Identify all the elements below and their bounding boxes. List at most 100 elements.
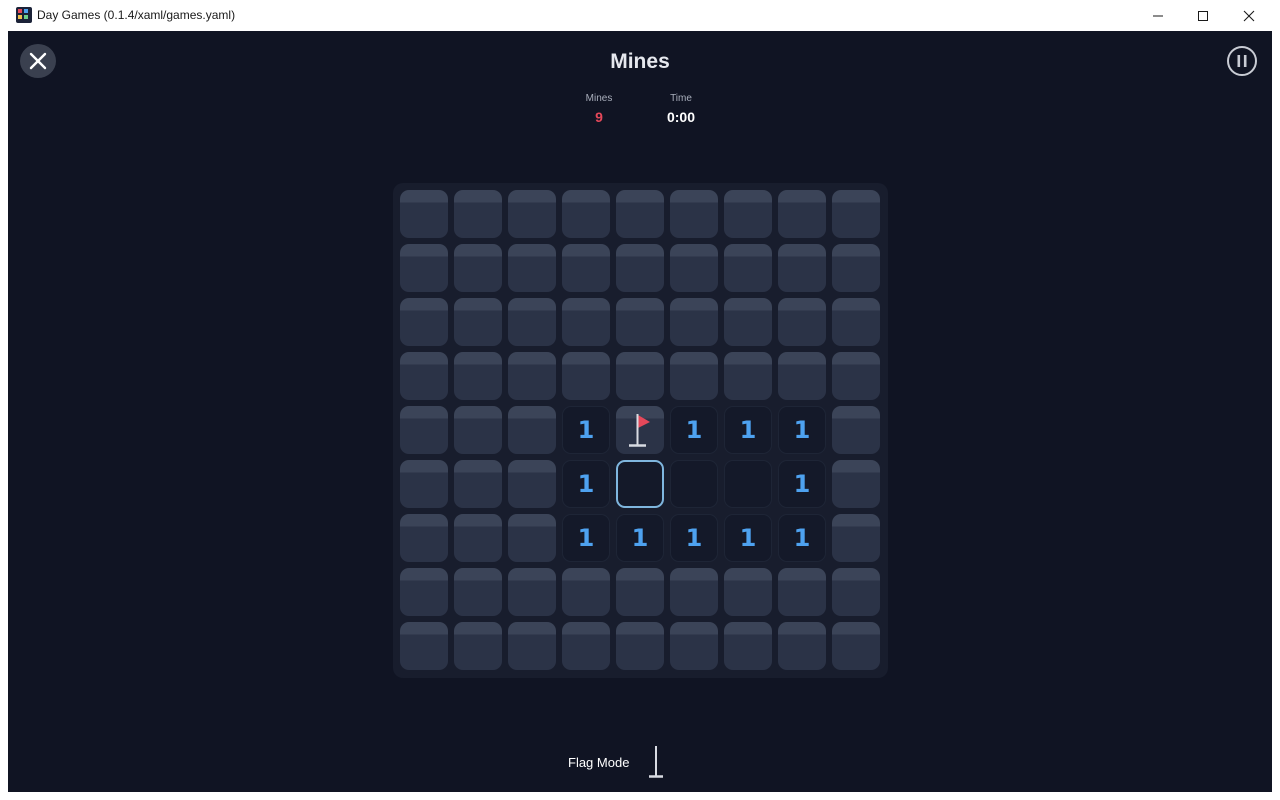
hidden-cell[interactable] [508,514,556,562]
hidden-cell[interactable] [832,298,880,346]
hidden-cell[interactable] [454,298,502,346]
game-area: Mines Mines 9 Time 0:00 1 1 1 1 1 1 1 1 1 1 1 Flag… [8,31,1272,792]
hidden-cell[interactable] [400,406,448,454]
hidden-cell[interactable] [454,352,502,400]
hidden-cell[interactable] [832,244,880,292]
revealed-number-cell[interactable]: 1 [778,406,826,454]
revealed-number-cell[interactable]: 1 [616,514,664,562]
hidden-cell[interactable] [508,568,556,616]
mines-counter: Mines 9 [569,93,629,127]
hidden-cell[interactable] [670,190,718,238]
revealed-number-cell[interactable]: 1 [562,514,610,562]
revealed-number-cell[interactable]: 1 [778,514,826,562]
hidden-cell[interactable] [400,514,448,562]
hidden-cell[interactable] [508,352,556,400]
hidden-cell[interactable] [400,568,448,616]
hidden-cell[interactable] [454,568,502,616]
revealed-empty-cell[interactable] [670,460,718,508]
flag-mode-toggle[interactable]: Flag Mode [568,745,665,779]
hidden-cell[interactable] [670,568,718,616]
hidden-cell[interactable] [724,568,772,616]
revealed-number-cell[interactable]: 1 [778,460,826,508]
hidden-cell[interactable] [832,460,880,508]
hidden-cell[interactable] [454,460,502,508]
hidden-cell[interactable] [400,622,448,670]
hidden-cell[interactable] [670,298,718,346]
hidden-cell[interactable] [454,514,502,562]
hidden-cell[interactable] [832,514,880,562]
time-value: 0:00 [666,109,696,125]
flag-mode-label: Flag Mode [568,754,630,770]
hidden-cell[interactable] [454,622,502,670]
hidden-cell[interactable] [562,352,610,400]
hidden-cell[interactable] [454,406,502,454]
hidden-cell[interactable] [508,622,556,670]
pause-icon [1237,55,1247,67]
hidden-cell[interactable] [670,622,718,670]
hidden-cell[interactable] [508,298,556,346]
hidden-cell[interactable] [616,244,664,292]
hidden-cell[interactable] [508,406,556,454]
hidden-cell[interactable] [508,460,556,508]
hidden-cell[interactable] [562,568,610,616]
revealed-number-cell[interactable]: 1 [724,406,772,454]
hidden-cell[interactable] [616,352,664,400]
revealed-number-cell[interactable]: 1 [562,406,610,454]
revealed-number-cell[interactable]: 1 [562,460,610,508]
hidden-cell[interactable] [400,190,448,238]
hidden-cell[interactable] [724,190,772,238]
hidden-cell[interactable] [562,244,610,292]
hidden-cell[interactable] [778,298,826,346]
page-title: Mines [610,50,670,73]
window-bottom-edge [0,792,1280,800]
hidden-cell[interactable] [778,190,826,238]
hidden-cell[interactable] [562,190,610,238]
hidden-cell[interactable] [616,568,664,616]
hidden-cell[interactable] [670,352,718,400]
cell-number: 1 [577,524,595,552]
revealed-number-cell[interactable]: 1 [670,514,718,562]
hidden-cell[interactable] [616,298,664,346]
hidden-cell[interactable] [454,244,502,292]
hidden-cell[interactable] [562,298,610,346]
hidden-cell[interactable] [724,244,772,292]
hidden-cell[interactable] [832,568,880,616]
hidden-cell[interactable] [832,190,880,238]
hidden-cell[interactable] [832,406,880,454]
hidden-cell[interactable] [400,460,448,508]
hidden-cell[interactable] [724,352,772,400]
hidden-cell[interactable] [616,190,664,238]
hidden-cell[interactable] [778,568,826,616]
revealed-empty-cell[interactable] [724,460,772,508]
hidden-cell[interactable] [400,298,448,346]
hidden-cell[interactable] [832,352,880,400]
hidden-cell[interactable] [508,244,556,292]
hidden-cell[interactable] [400,352,448,400]
hidden-cell[interactable] [778,244,826,292]
cell-number: 1 [739,416,757,444]
maximize-button[interactable] [1180,0,1226,31]
hidden-cell[interactable] [616,622,664,670]
selected-cell[interactable] [616,460,664,508]
minimize-button[interactable] [1135,0,1181,31]
cell-number: 1 [577,416,595,444]
cell-number: 1 [793,524,811,552]
hidden-cell[interactable] [832,622,880,670]
hidden-cell[interactable] [454,190,502,238]
hidden-cell[interactable] [400,244,448,292]
revealed-number-cell[interactable]: 1 [670,406,718,454]
time-label: Time [670,93,692,104]
revealed-number-cell[interactable]: 1 [724,514,772,562]
window-close-button[interactable] [1226,0,1272,31]
flagged-cell[interactable] [616,406,664,454]
pause-button[interactable] [1227,46,1257,76]
timer: Time 0:00 [651,93,711,127]
mines-label: Mines [585,93,613,104]
hidden-cell[interactable] [724,622,772,670]
hidden-cell[interactable] [508,190,556,238]
hidden-cell[interactable] [778,352,826,400]
hidden-cell[interactable] [724,298,772,346]
hidden-cell[interactable] [670,244,718,292]
hidden-cell[interactable] [562,622,610,670]
hidden-cell[interactable] [778,622,826,670]
